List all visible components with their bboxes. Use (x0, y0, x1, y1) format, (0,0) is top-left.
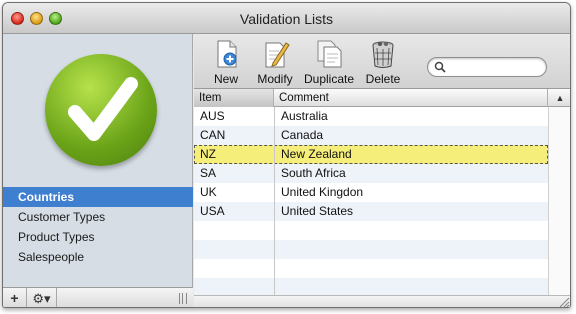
checkmark-icon (45, 54, 157, 166)
validation-lists-window: Validation Lists Countries Customer Type… (2, 2, 571, 308)
comment-cell: United States (281, 204, 354, 218)
delete-button-label: Delete (365, 72, 401, 86)
table-row[interactable]: UK United Kingdon (194, 183, 548, 202)
duplicate-button[interactable]: Duplicate (302, 39, 356, 86)
sidebar-footer: + ⚙▾ (3, 287, 193, 307)
comment-cell: South Africa (281, 166, 346, 180)
comment-cell: United Kingdon (281, 185, 364, 199)
table-row[interactable]: SA South Africa (194, 164, 548, 183)
duplicate-documents-icon (317, 40, 342, 68)
new-document-icon (217, 40, 237, 68)
items-table: Item Comment ▲ AUS Australia CAN Canada … (194, 89, 570, 308)
delete-button[interactable]: Delete (364, 39, 402, 86)
item-cell: UK (200, 185, 217, 199)
item-cell: SA (200, 166, 217, 180)
search-input[interactable] (448, 60, 540, 74)
vertical-scrollbar[interactable] (548, 107, 570, 295)
new-button[interactable]: New (208, 39, 244, 86)
title-bar[interactable]: Validation Lists (3, 3, 570, 34)
table-body: AUS Australia CAN Canada NZ New Zealand … (194, 107, 548, 297)
trash-icon (372, 41, 394, 68)
sidebar-item-customer-types[interactable]: Customer Types (3, 207, 193, 227)
empty-row (194, 240, 548, 259)
item-cell: NZ (200, 147, 216, 161)
resize-grip-icon[interactable] (559, 297, 570, 308)
table-row[interactable]: AUS Australia (194, 107, 548, 126)
comment-cell: Canada (281, 128, 324, 142)
empty-row (194, 259, 548, 278)
toolbar: New Modify Duplicate Delete (194, 34, 570, 89)
new-button-label: New (213, 72, 238, 86)
table-header: Item Comment ▲ (194, 89, 570, 107)
item-cell: AUS (200, 109, 225, 123)
sidebar-item-product-types[interactable]: Product Types (3, 227, 193, 247)
table-row-highlighted[interactable]: NZ New Zealand (194, 145, 548, 164)
column-header-item[interactable]: Item (194, 89, 274, 107)
search-field[interactable] (427, 57, 547, 77)
sidebar: Countries Customer Types Product Types S… (3, 34, 193, 307)
column-chooser-icon[interactable]: ▲ (548, 89, 570, 107)
sidebar-resize-handle[interactable] (179, 293, 187, 304)
empty-row (194, 221, 548, 240)
sidebar-item-countries[interactable]: Countries (3, 187, 193, 207)
add-list-button[interactable]: + (3, 288, 27, 307)
table-row[interactable]: CAN Canada (194, 126, 548, 145)
pencil-document-icon (265, 42, 290, 68)
table-row[interactable]: USA United States (194, 202, 548, 221)
sidebar-item-salespeople[interactable]: Salespeople (3, 247, 193, 267)
duplicate-button-label: Duplicate (303, 72, 355, 86)
comment-cell: Australia (281, 109, 328, 123)
window-title: Validation Lists (239, 11, 334, 27)
horizontal-scrollbar[interactable] (194, 295, 570, 308)
modify-button[interactable]: Modify (255, 39, 295, 86)
item-cell: CAN (200, 128, 226, 142)
comment-cell: New Zealand (281, 147, 352, 161)
validation-list-nav: Countries Customer Types Product Types S… (3, 187, 193, 267)
item-cell: USA (200, 204, 225, 218)
search-icon (434, 61, 446, 73)
column-header-comment[interactable]: Comment (274, 89, 548, 107)
gear-menu-button[interactable]: ⚙▾ (27, 288, 57, 307)
column-divider[interactable] (274, 107, 275, 295)
modify-button-label: Modify (257, 72, 293, 86)
